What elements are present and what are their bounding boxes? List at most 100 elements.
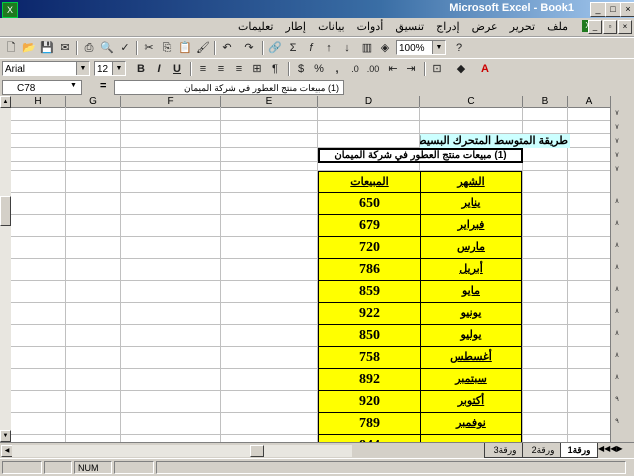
menu-file[interactable]: ملف [547, 21, 568, 33]
method-title-cell[interactable]: طريقة المتوسط المتحرك البسيط [420, 134, 570, 148]
column-header-e[interactable]: E [221, 96, 318, 107]
month-cell[interactable]: يونيو [420, 302, 522, 325]
sales-cell[interactable]: 892 [318, 368, 421, 391]
month-cell[interactable]: ديسمبر [420, 434, 522, 442]
borders-icon[interactable]: ⊡ [428, 61, 446, 77]
copy-icon[interactable]: ⎘ [158, 40, 176, 56]
menu-tools[interactable]: أدوات [357, 21, 384, 33]
row-headers[interactable]: ٧ ٧ ٧ ٧ ٧ ٨ ٨ ٨ ٨ ٨ ٨ ٨ ٨ ٨ ٩ ٩ [610, 107, 623, 442]
row-header[interactable]: ٨ [612, 197, 622, 205]
month-cell[interactable]: مايو [420, 280, 522, 303]
format-painter-icon[interactable]: 🖌 [194, 40, 212, 56]
minimize-button[interactable]: _ [590, 2, 606, 17]
month-cell[interactable]: يناير [420, 192, 522, 215]
autosum-icon[interactable]: Σ [284, 40, 302, 56]
increase-indent-icon[interactable]: ⇥ [402, 61, 420, 77]
row-header[interactable]: ٧ [612, 123, 622, 131]
row-header[interactable]: ٧ [612, 151, 622, 159]
open-icon[interactable]: 📂 [20, 40, 38, 56]
align-right-icon[interactable]: ≡ [230, 61, 248, 77]
drawing-icon[interactable]: ◈ [376, 40, 394, 56]
underline-button[interactable]: U [168, 61, 186, 77]
sales-cell[interactable]: 844 [318, 434, 421, 442]
scroll-up-icon[interactable]: ▲ [0, 96, 11, 108]
column-header-b[interactable]: B [523, 96, 568, 107]
sort-ascending-icon[interactable]: ↑ [320, 40, 338, 56]
month-cell[interactable]: نوفمبر [420, 412, 522, 435]
sales-cell[interactable]: 850 [318, 324, 421, 347]
email-icon[interactable]: ✉ [56, 40, 74, 56]
chevron-down-icon[interactable]: ▼ [432, 41, 445, 54]
column-header-d[interactable]: D [318, 96, 420, 107]
print-icon[interactable]: ⎙ [80, 40, 98, 56]
column-header-f[interactable]: F [121, 96, 221, 107]
month-cell[interactable]: مارس [420, 236, 522, 259]
worksheet-grid[interactable]: H G F E D C B A طريقة المتوسط المتحرك ال… [11, 96, 623, 442]
sales-cell[interactable]: 679 [318, 214, 421, 237]
bold-button[interactable]: B [132, 61, 150, 77]
hscroll-thumb[interactable] [250, 445, 264, 457]
row-header[interactable]: ٧ [612, 109, 622, 117]
spelling-icon[interactable]: ✓ [116, 40, 134, 56]
column-header-a[interactable]: A [568, 96, 611, 107]
row-header[interactable]: ٨ [612, 351, 622, 359]
row-header[interactable]: ٨ [612, 285, 622, 293]
month-cell[interactable]: يوليو [420, 324, 522, 347]
undo-icon[interactable]: ↶ [218, 40, 236, 56]
print-preview-icon[interactable]: 🔍 [98, 40, 116, 56]
menu-help[interactable]: تعليمات [238, 21, 273, 33]
italic-button[interactable]: I [150, 61, 168, 77]
sales-cell[interactable]: 758 [318, 346, 421, 369]
font-size-select[interactable]: 12 ▼ [94, 61, 126, 76]
align-left-icon[interactable]: ≡ [194, 61, 212, 77]
menu-view[interactable]: عرض [472, 21, 498, 33]
percent-style-button[interactable]: % [310, 61, 328, 77]
sales-cell[interactable]: 786 [318, 258, 421, 281]
scroll-thumb[interactable] [0, 196, 11, 226]
column-header-h[interactable]: H [11, 96, 66, 107]
font-color-icon[interactable]: A [476, 61, 494, 77]
sales-cell[interactable]: 720 [318, 236, 421, 259]
menu-format[interactable]: تنسيق [395, 21, 424, 33]
menu-insert[interactable]: إدراج [436, 21, 459, 33]
tab-sheet2[interactable]: ورقة2 [522, 443, 564, 458]
month-cell[interactable]: أغسطس [420, 346, 522, 369]
paste-icon[interactable]: 📋 [176, 40, 194, 56]
horizontal-scrollbar[interactable] [12, 445, 352, 457]
row-header[interactable]: ٩ [612, 417, 622, 425]
row-header[interactable]: ٨ [612, 307, 622, 315]
header-month-cell[interactable]: الشهر [420, 171, 522, 193]
vertical-scrollbar[interactable]: ▲ ▼ [0, 96, 11, 442]
month-cell[interactable]: سبتمبر [420, 368, 522, 391]
font-name-select[interactable]: Arial ▼ [2, 61, 90, 76]
align-center-icon[interactable]: ≡ [212, 61, 230, 77]
tab-sheet1[interactable]: ورقة1 [560, 443, 598, 458]
column-header-g[interactable]: G [66, 96, 121, 107]
maximize-button[interactable]: □ [605, 2, 621, 17]
sales-cell[interactable]: 920 [318, 390, 421, 413]
merge-center-icon[interactable]: ⊞ [248, 61, 266, 77]
workbook-restore-button[interactable]: ▫ [603, 20, 617, 34]
scroll-down-icon[interactable]: ▼ [0, 430, 11, 442]
redo-icon[interactable]: ↷ [240, 40, 258, 56]
row-header[interactable]: ٨ [612, 329, 622, 337]
chevron-down-icon[interactable]: ▼ [70, 82, 77, 89]
hyperlink-icon[interactable]: 🔗 [266, 40, 284, 56]
sales-cell[interactable]: 650 [318, 192, 421, 215]
decrease-decimal-icon[interactable]: .00 [364, 61, 382, 77]
row-header[interactable]: ٨ [612, 263, 622, 271]
formula-equals-icon[interactable]: = [100, 80, 106, 92]
menu-data[interactable]: بيانات [318, 21, 345, 33]
fill-color-icon[interactable]: ◆ [452, 61, 470, 77]
table-title-cell[interactable]: (1) مبيعات منتج العطور في شركة الميمان [318, 148, 523, 163]
header-sales-cell[interactable]: المبيعات [318, 171, 421, 193]
paragraph-direction-icon[interactable]: ¶ [266, 61, 284, 77]
formula-input[interactable]: (1) مبيعات منتج العطور في شركة الميمان [114, 80, 344, 95]
month-cell[interactable]: أكتوبر [420, 390, 522, 413]
row-header[interactable]: ٩ [612, 395, 622, 403]
excel-icon[interactable]: X [2, 2, 18, 18]
row-header[interactable]: ٨ [612, 241, 622, 249]
currency-style-icon[interactable]: $ [292, 61, 310, 77]
sales-cell[interactable]: 922 [318, 302, 421, 325]
tab-scroll-icon[interactable]: ◀◀◀▶ [598, 444, 623, 453]
